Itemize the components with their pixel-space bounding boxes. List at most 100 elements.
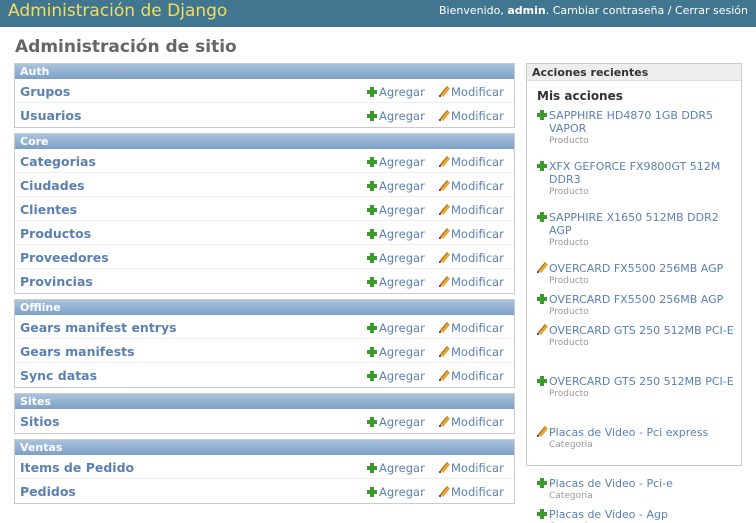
recent-action-item[interactable]: OVERCARD GTS 250 512MB PCI-E Producto — [537, 375, 737, 400]
add-label: Agregar — [379, 179, 425, 193]
recent-action-title[interactable]: XFX GEFORCE FX9800GT 512M DDR3 — [537, 160, 737, 186]
model-link[interactable]: Pedidos — [20, 484, 76, 499]
add-link[interactable]: Agregar — [367, 179, 425, 193]
change-link[interactable]: Modificar — [439, 415, 504, 429]
change-icon — [439, 277, 449, 287]
recent-action-title[interactable]: SAPPHIRE X1650 512MB DDR2 AGP — [537, 211, 737, 237]
add-icon — [537, 110, 547, 120]
site-branding[interactable]: Administración de Django — [8, 0, 227, 22]
recent-action-title[interactable]: OVERCARD GTS 250 512MB PCI-E — [537, 324, 737, 337]
add-link[interactable]: Agregar — [367, 227, 425, 241]
change-link[interactable]: Modificar — [439, 109, 504, 123]
change-link[interactable]: Modificar — [439, 369, 504, 383]
recent-action-title[interactable]: OVERCARD FX5500 256MB AGP — [537, 262, 737, 275]
recent-action-type: Producto — [549, 389, 589, 399]
add-link[interactable]: Agregar — [367, 369, 425, 383]
recent-action-item[interactable]: OVERCARD GTS 250 512MB PCI-E Producto — [537, 324, 737, 349]
recent-action-item[interactable]: OVERCARD FX5500 256MB AGP Producto — [537, 293, 737, 318]
recent-action-type: Producto — [549, 187, 589, 197]
change-icon — [439, 111, 449, 121]
change-label: Modificar — [451, 275, 504, 289]
recent-action-item[interactable]: OVERCARD FX5500 256MB AGP Producto — [537, 262, 737, 287]
app-caption[interactable]: Auth — [15, 64, 514, 79]
change-password-link[interactable]: Cambiar contraseña — [553, 4, 664, 17]
model-link[interactable]: Items de Pedido — [20, 460, 134, 475]
change-label: Modificar — [451, 155, 504, 169]
model-link[interactable]: Categorias — [20, 154, 96, 169]
change-link[interactable]: Modificar — [439, 179, 504, 193]
recent-action-title[interactable]: SAPPHIRE HD4870 1GB DDR5 VAPOR — [537, 109, 737, 135]
change-label: Modificar — [451, 415, 504, 429]
model-link[interactable]: Productos — [20, 226, 91, 241]
add-label: Agregar — [379, 345, 425, 359]
add-link[interactable]: Agregar — [367, 85, 425, 99]
recent-action-item[interactable]: Placas de Video - AgpCategoria — [537, 508, 737, 523]
add-icon — [367, 277, 377, 287]
recent-action-item[interactable]: Placas de Video - Pci-e Categoria — [537, 477, 737, 502]
change-link[interactable]: Modificar — [439, 345, 504, 359]
change-link[interactable]: Modificar — [439, 275, 504, 289]
recent-action-title[interactable]: Placas de Video - Pci-e — [537, 477, 737, 490]
model-link[interactable]: Clientes — [20, 202, 77, 217]
recent-action-title[interactable]: OVERCARD FX5500 256MB AGP — [537, 293, 737, 306]
change-label: Modificar — [451, 251, 504, 265]
add-icon — [537, 161, 547, 171]
change-icon — [439, 417, 449, 427]
add-link[interactable]: Agregar — [367, 415, 425, 429]
app-module-sites: Sites Sitios Agregar Modificar — [14, 393, 515, 434]
model-row: Sitios Agregar Modificar — [15, 409, 514, 433]
add-link[interactable]: Agregar — [367, 461, 425, 475]
recent-action-type: Categoria — [549, 440, 593, 450]
add-label: Agregar — [379, 415, 425, 429]
recent-action-type: Producto — [549, 307, 589, 317]
change-link[interactable]: Modificar — [439, 85, 504, 99]
add-link[interactable]: Agregar — [367, 203, 425, 217]
model-link[interactable]: Usuarios — [20, 108, 81, 123]
change-link[interactable]: Modificar — [439, 485, 504, 499]
add-icon — [537, 294, 547, 304]
recent-action-item[interactable]: SAPPHIRE HD4870 1GB DDR5 VAPOR Producto — [537, 109, 737, 147]
app-caption[interactable]: Core — [15, 134, 514, 149]
change-link[interactable]: Modificar — [439, 321, 504, 335]
model-link[interactable]: Grupos — [20, 84, 70, 99]
add-icon — [537, 509, 547, 519]
model-link[interactable]: Sync datas — [20, 368, 97, 383]
add-link[interactable]: Agregar — [367, 251, 425, 265]
recent-action-item[interactable]: SAPPHIRE X1650 512MB DDR2 AGP Producto — [537, 211, 737, 249]
change-link[interactable]: Modificar — [439, 251, 504, 265]
change-link[interactable]: Modificar — [439, 461, 504, 475]
app-module-core: Core Categorias Agregar Modificar Ciudades Ag… — [14, 133, 515, 294]
recent-action-title[interactable]: OVERCARD GTS 250 512MB PCI-E — [537, 375, 737, 388]
recent-actions-panel: Acciones recientes Mis acciones SAPPHIRE… — [526, 63, 742, 523]
app-list: Auth Grupos Agregar Modificar Usuarios Agrega… — [14, 63, 515, 509]
recent-action-title[interactable]: Placas de Video - Pci express — [537, 426, 737, 439]
recent-action-item[interactable]: XFX GEFORCE FX9800GT 512M DDR3 Producto — [537, 160, 737, 198]
change-link[interactable]: Modificar — [439, 227, 504, 241]
model-link[interactable]: Ciudades — [20, 178, 85, 193]
recent-action-title[interactable]: Placas de Video - Agp — [537, 508, 737, 521]
recent-action-type: Producto — [549, 338, 589, 348]
add-link[interactable]: Agregar — [367, 345, 425, 359]
change-link[interactable]: Modificar — [439, 155, 504, 169]
model-link[interactable]: Proveedores — [20, 250, 109, 265]
app-caption[interactable]: Offline — [15, 300, 514, 315]
change-label: Modificar — [451, 485, 504, 499]
add-icon — [367, 487, 377, 497]
change-link[interactable]: Modificar — [439, 203, 504, 217]
add-link[interactable]: Agregar — [367, 109, 425, 123]
app-caption[interactable]: Sites — [15, 394, 514, 409]
recent-action-item[interactable]: Placas de Video - Pci express Categoria — [537, 426, 737, 451]
model-link[interactable]: Gears manifests — [20, 344, 135, 359]
add-link[interactable]: Agregar — [367, 275, 425, 289]
model-link[interactable]: Sitios — [20, 414, 60, 429]
logout-link[interactable]: Cerrar sesión — [675, 4, 748, 17]
add-link[interactable]: Agregar — [367, 321, 425, 335]
model-link[interactable]: Gears manifest entrys — [20, 320, 177, 335]
model-row: Clientes Agregar Modificar — [15, 197, 514, 221]
add-label: Agregar — [379, 109, 425, 123]
change-icon — [439, 87, 449, 97]
add-link[interactable]: Agregar — [367, 155, 425, 169]
model-link[interactable]: Provincias — [20, 274, 93, 289]
app-caption[interactable]: Ventas — [15, 440, 514, 455]
add-link[interactable]: Agregar — [367, 485, 425, 499]
